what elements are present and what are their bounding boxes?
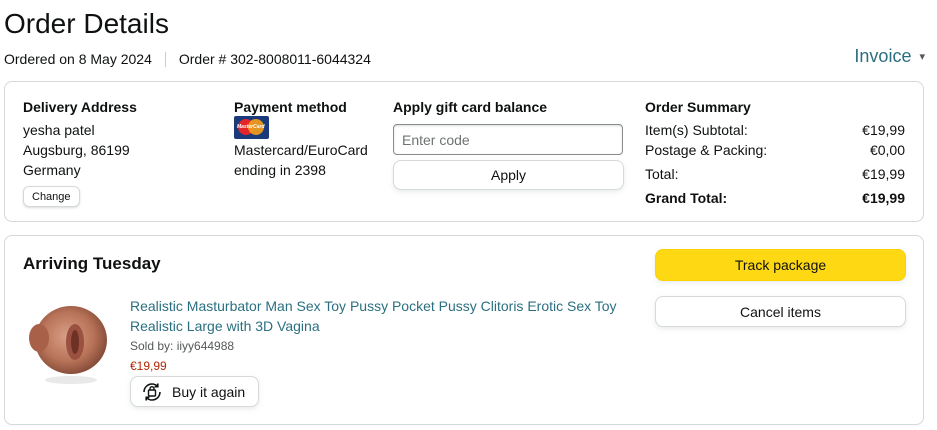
- order-details-page: Order Details Ordered on 8 May 2024 Orde…: [0, 0, 937, 430]
- summary-row-total: Total: €19,99: [645, 164, 905, 184]
- summary-value: €19,99: [862, 166, 905, 182]
- card-name: Mastercard/EuroCard: [234, 142, 368, 158]
- mastercard-logo-icon: MasterCard: [234, 116, 269, 139]
- delivery-country: Germany: [23, 162, 81, 178]
- gift-card-code-input[interactable]: [393, 124, 623, 155]
- seller-name: Sold by: iiyy644988: [130, 339, 235, 353]
- invoice-label: Invoice: [854, 46, 912, 66]
- summary-row-grand-total: Grand Total: €19,99: [645, 188, 905, 208]
- gift-card-title: Apply gift card balance: [393, 99, 548, 115]
- mastercard-logo-text: MasterCard: [237, 124, 265, 130]
- meta-divider: [164, 51, 166, 67]
- delivery-city: Augsburg, 86199: [23, 142, 130, 158]
- buy-again-icon: [143, 382, 161, 401]
- order-meta: Ordered on 8 May 2024 Order # 302-800801…: [4, 51, 371, 67]
- payment-method-title: Payment method: [234, 99, 347, 115]
- order-info-card: Delivery Address yesha patel Augsburg, 8…: [4, 81, 924, 222]
- change-address-button[interactable]: Change: [23, 186, 80, 207]
- cancel-items-button[interactable]: Cancel items: [655, 296, 906, 327]
- product-image[interactable]: [27, 298, 109, 388]
- shipment-status: Arriving Tuesday: [23, 254, 161, 273]
- order-date: Ordered on 8 May 2024: [4, 51, 152, 67]
- card-ending: ending in 2398: [234, 162, 326, 178]
- delivery-address-title: Delivery Address: [23, 99, 137, 115]
- order-summary-title: Order Summary: [645, 99, 751, 115]
- invoice-dropdown[interactable]: Invoice ▾: [854, 46, 925, 67]
- summary-label: Postage & Packing:: [645, 142, 768, 158]
- item-price: €19,99: [130, 359, 167, 373]
- summary-row-postage: Postage & Packing: €0,00: [645, 140, 905, 160]
- buy-again-button[interactable]: Buy it again: [130, 376, 259, 407]
- page-title: Order Details: [4, 8, 169, 39]
- shipment-card: Arriving Tuesday Realistic Masturbator M…: [4, 235, 924, 425]
- summary-label: Item(s) Subtotal:: [645, 122, 748, 138]
- buy-again-label: Buy it again: [172, 383, 246, 400]
- summary-row-subtotal: Item(s) Subtotal: €19,99: [645, 120, 905, 140]
- summary-label: Total:: [645, 166, 679, 182]
- product-title-link[interactable]: Realistic Masturbator Man Sex Toy Pussy …: [130, 296, 630, 336]
- summary-label: Grand Total:: [645, 190, 728, 206]
- chevron-down-icon: ▾: [919, 51, 925, 63]
- apply-gift-card-button[interactable]: Apply: [393, 160, 624, 190]
- track-package-button[interactable]: Track package: [655, 249, 906, 281]
- delivery-name: yesha patel: [23, 122, 95, 138]
- order-number: Order # 302-8008011-6044324: [178, 51, 371, 67]
- summary-value: €19,99: [862, 190, 905, 206]
- summary-value: €0,00: [869, 142, 905, 158]
- summary-value: €19,99: [862, 122, 905, 138]
